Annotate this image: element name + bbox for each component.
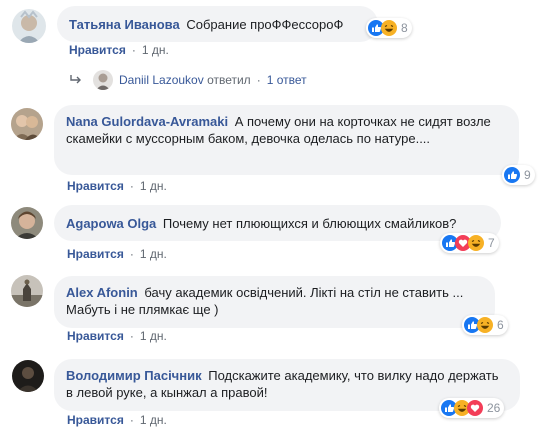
comment-time[interactable]: 1 дн. (142, 43, 169, 57)
comment-actions: Нравится · 1 дн. (67, 329, 167, 343)
comment-author[interactable]: Володимир Пасічник (66, 368, 202, 383)
comment-time[interactable]: 1 дн. (140, 413, 167, 427)
comment-author[interactable]: Alex Afonin (66, 285, 138, 300)
reply-count[interactable]: 1 ответ (267, 73, 307, 87)
comment-author[interactable]: Agapowa Olga (66, 216, 156, 231)
haha-reaction-icon (477, 317, 493, 333)
love-reaction-icon (467, 400, 483, 416)
comment-bubble: Alex Afonin бачу академик освідчений. Лі… (54, 276, 495, 328)
reaction-count: 8 (401, 21, 408, 35)
comment-author[interactable]: Татьяна Иванова (69, 17, 180, 32)
reaction-count: 6 (497, 318, 504, 332)
comment-bubble: Nana Gulordava-Avramaki А почему они на … (54, 105, 519, 175)
reaction-summary[interactable]: 7 (440, 233, 499, 253)
reaction-summary[interactable]: 6 (462, 315, 508, 335)
comment-text: Собрание проФФессороФ (186, 17, 344, 32)
reply-author[interactable]: Daniil Lazoukov (119, 73, 204, 87)
reaction-summary[interactable]: 8 (366, 18, 412, 38)
avatar[interactable] (11, 207, 43, 239)
comment-actions: Нравится · 1 дн. (67, 179, 167, 193)
comment-author[interactable]: Nana Gulordava-Avramaki (66, 114, 228, 129)
avatar[interactable] (11, 108, 43, 140)
comment-time[interactable]: 1 дн. (140, 247, 167, 261)
replies-link[interactable]: Daniil Lazoukov ответил · 1 ответ (69, 70, 307, 90)
reply-avatar (93, 70, 113, 90)
reaction-count: 9 (524, 168, 531, 182)
comment-actions: Нравится · 1 дн. (67, 413, 167, 427)
avatar[interactable] (11, 275, 43, 307)
like-link[interactable]: Нравится (67, 179, 124, 193)
comment-actions: Нравится · 1 дн. (69, 43, 169, 57)
reaction-count: 26 (487, 401, 501, 415)
comment-bubble: Agapowa Olga Почему нет плюющихся и блюю… (54, 205, 501, 241)
haha-reaction-icon (468, 235, 484, 251)
comment-time[interactable]: 1 дн. (140, 179, 167, 193)
comment-text: Почему нет плюющихся и блюющих смайликов… (162, 216, 457, 231)
reply-arrow-icon (70, 75, 81, 84)
reaction-count: 7 (488, 236, 495, 250)
comment-actions: Нравится · 1 дн. (67, 247, 167, 261)
like-reaction-icon (504, 167, 520, 183)
avatar[interactable] (12, 360, 44, 392)
like-link[interactable]: Нравится (67, 329, 124, 343)
like-link[interactable]: Нравится (67, 413, 124, 427)
reaction-summary[interactable]: 9 (502, 165, 535, 185)
comment-bubble: Татьяна Иванова Собрание проФФессороФ (57, 6, 378, 42)
like-link[interactable]: Нравится (67, 247, 124, 261)
reaction-summary[interactable]: 26 (439, 398, 505, 418)
comment-time[interactable]: 1 дн. (140, 329, 167, 343)
like-link[interactable]: Нравится (69, 43, 126, 57)
reply-verb: ответил (207, 73, 251, 87)
haha-reaction-icon (381, 20, 397, 36)
avatar[interactable] (12, 9, 46, 43)
